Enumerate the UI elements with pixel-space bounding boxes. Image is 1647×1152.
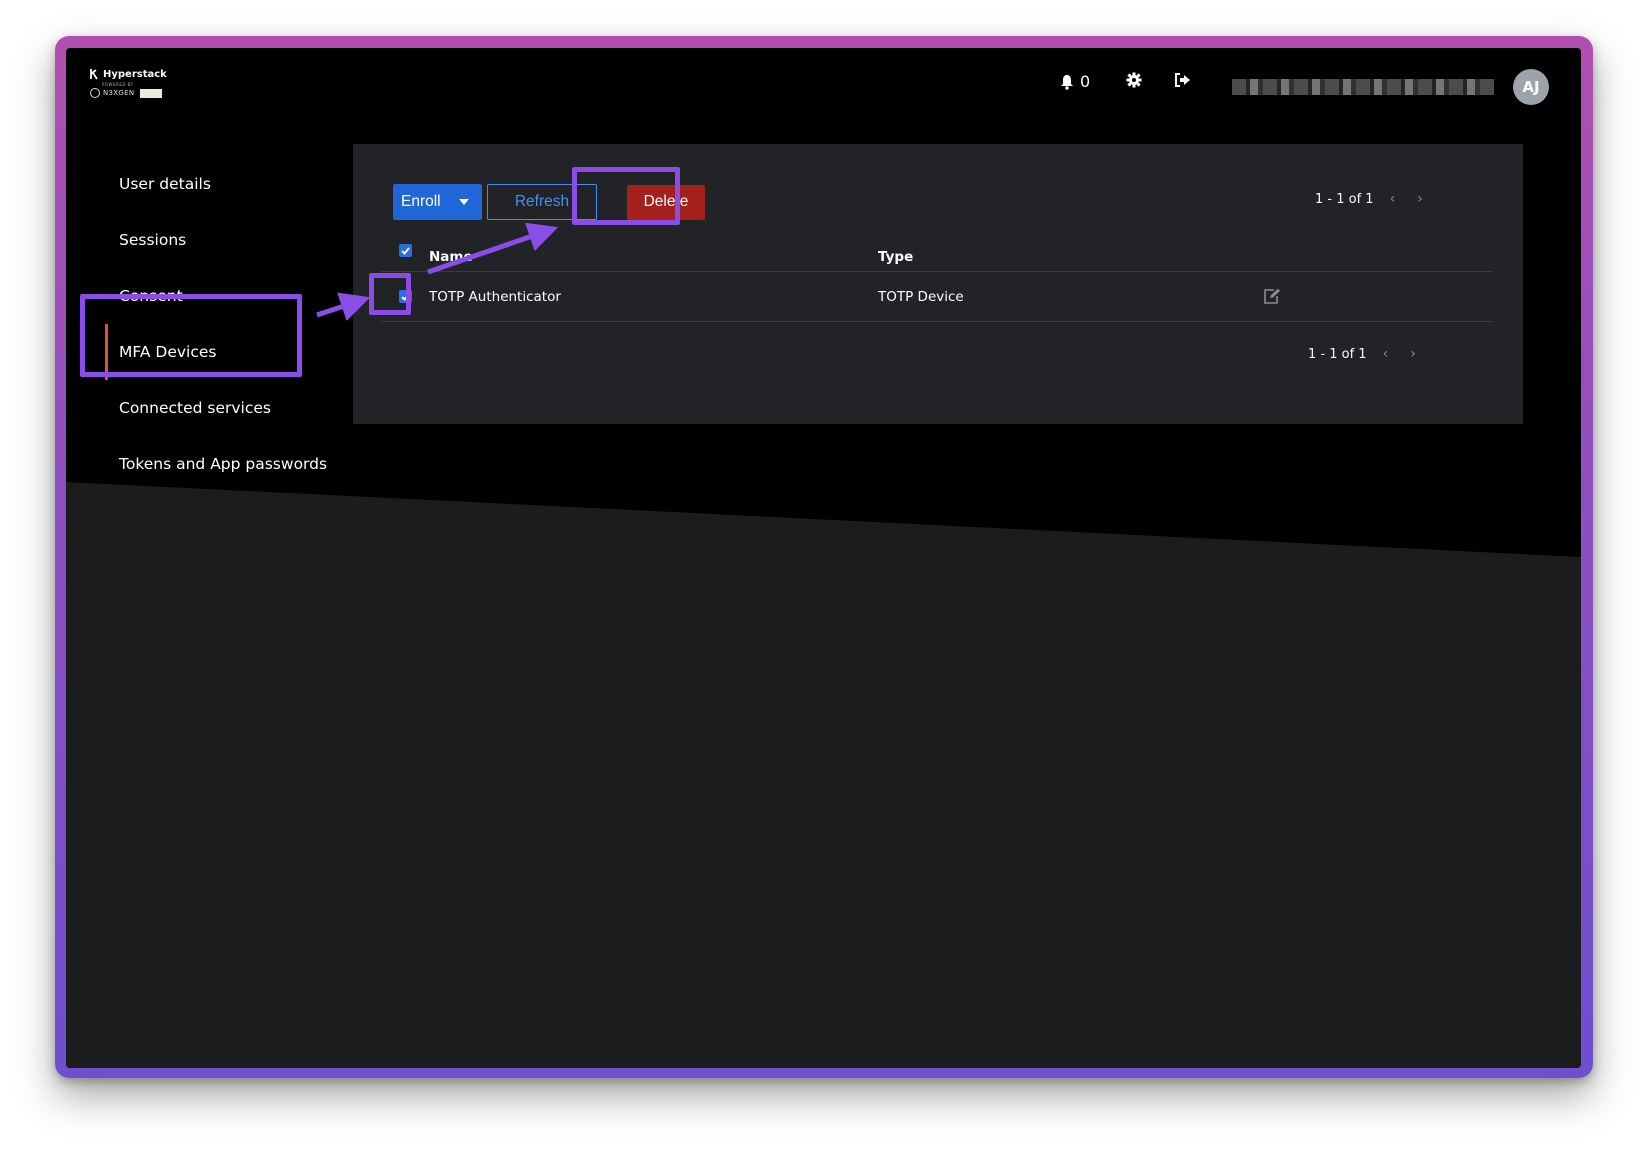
pagination-top: 1 - 1 of 1 ‹ ›	[1315, 191, 1423, 207]
sidebar-item-label: Connected services	[119, 399, 271, 417]
sidebar-item-label: Tokens and App passwords	[119, 455, 328, 473]
delete-highlight	[572, 167, 680, 225]
notifications-button[interactable]: 0	[1060, 72, 1090, 91]
hyperstack-logo-mark-icon	[90, 69, 98, 80]
device-name: TOTP Authenticator	[429, 289, 561, 305]
chevron-right-icon[interactable]: ›	[1410, 346, 1416, 362]
chevron-left-icon[interactable]: ‹	[1383, 346, 1389, 362]
column-header-name[interactable]: Name	[429, 249, 473, 265]
column-header-type[interactable]: Type	[878, 249, 913, 265]
checkbox-highlight	[369, 273, 411, 315]
window-frame: Hyperstack POWERED BY N3XGEN 0 AJ User d…	[55, 36, 1593, 1078]
sidebar-item-tokens[interactable]: Tokens and App passwords	[119, 436, 327, 492]
app-screen: Hyperstack POWERED BY N3XGEN 0 AJ User d…	[66, 48, 1581, 1068]
pagination-label: 1 - 1 of 1	[1308, 346, 1367, 362]
gear-icon	[1126, 72, 1142, 88]
hyperstack-logo[interactable]: Hyperstack POWERED BY N3XGEN	[90, 68, 167, 98]
divider	[381, 321, 1493, 322]
pagination-bottom: 1 - 1 of 1 ‹ ›	[1308, 346, 1416, 362]
chevron-right-icon[interactable]: ›	[1417, 191, 1423, 207]
enroll-label: Enroll	[401, 193, 441, 210]
bell-icon	[1061, 74, 1073, 90]
divider	[381, 271, 1493, 272]
sidebar-item-label: User details	[119, 175, 211, 193]
nexgen-logo-icon	[90, 88, 100, 98]
enroll-button[interactable]: Enroll	[393, 184, 482, 220]
sidebar-item-user-details[interactable]: User details	[119, 156, 327, 212]
edit-icon[interactable]	[1263, 288, 1281, 304]
mfa-devices-highlight	[80, 294, 302, 377]
sidebar-item-sessions[interactable]: Sessions	[119, 212, 327, 268]
logout-icon	[1175, 73, 1190, 87]
check-icon	[401, 246, 410, 255]
pagination-label: 1 - 1 of 1	[1315, 191, 1374, 207]
sidebar-item-label: Sessions	[119, 231, 187, 249]
sidebar-item-connected-services[interactable]: Connected services	[119, 380, 327, 436]
notification-count: 0	[1080, 72, 1091, 91]
caret-down-icon	[458, 199, 469, 205]
logo-sub-text: N3XGEN	[103, 89, 135, 97]
avatar[interactable]: AJ	[1513, 69, 1549, 105]
username-redacted	[1232, 79, 1494, 95]
device-type: TOTP Device	[878, 289, 964, 305]
settings-button[interactable]	[1126, 72, 1142, 88]
mfa-devices-panel: Enroll Refresh Delete 1 - 1 of 1 ‹ › Nam…	[353, 144, 1523, 424]
logo-brand-text: Hyperstack	[103, 68, 167, 80]
logo-powered-text: POWERED BY	[102, 82, 134, 87]
chevron-left-icon[interactable]: ‹	[1390, 191, 1396, 207]
logo-badge-icon	[140, 88, 163, 98]
select-all-checkbox[interactable]	[399, 244, 412, 257]
logout-button[interactable]	[1174, 72, 1192, 88]
